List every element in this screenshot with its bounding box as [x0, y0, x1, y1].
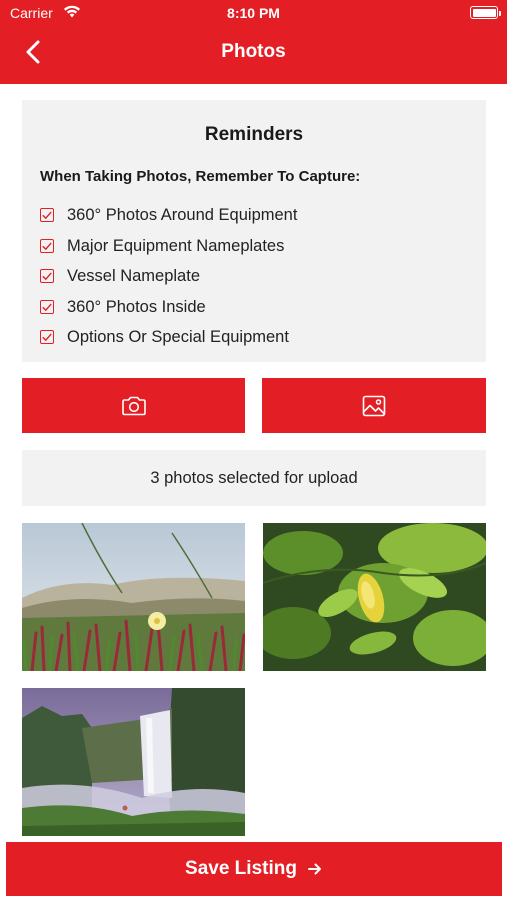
choose-from-gallery-button[interactable]: [262, 378, 486, 433]
page-title: Photos: [221, 41, 286, 62]
photo-thumbnail-dune-flowers[interactable]: [22, 523, 245, 671]
save-listing-button[interactable]: Save Listing: [6, 842, 502, 896]
reminder-label: 360° Photos Inside: [67, 297, 206, 316]
reminder-label: Major Equipment Nameplates: [67, 236, 285, 255]
reminders-panel: Reminders When Taking Photos, Remember T…: [22, 100, 486, 362]
reminder-item[interactable]: Options Or Special Equipment: [40, 326, 289, 348]
checkbox-checked-icon[interactable]: [40, 239, 54, 253]
reminders-subtitle: When Taking Photos, Remember To Capture:: [40, 168, 361, 185]
app-header: Carrier 8:10 PM Photos: [0, 0, 507, 84]
checkbox-checked-icon[interactable]: [40, 300, 54, 314]
checkbox-checked-icon[interactable]: [40, 208, 54, 222]
camera-icon: [121, 396, 146, 415]
upload-selection-status: 3 photos selected for upload: [22, 450, 486, 506]
status-time: 8:10 PM: [227, 5, 280, 21]
reminder-item[interactable]: Major Equipment Nameplates: [40, 235, 284, 257]
battery-icon: [470, 6, 501, 19]
reminder-label: Vessel Nameplate: [67, 266, 200, 285]
image-gallery-icon: [362, 395, 386, 416]
reminder-label: Options Or Special Equipment: [67, 327, 289, 346]
reminder-item[interactable]: 360° Photos Inside: [40, 296, 206, 318]
photo-thumbnail-waterfall[interactable]: [22, 688, 245, 836]
status-bar: Carrier 8:10 PM: [0, 0, 507, 28]
reminders-title: Reminders: [204, 124, 304, 145]
reminder-label: 360° Photos Around Equipment: [67, 205, 298, 224]
save-listing-label: Save Listing: [185, 858, 297, 879]
photo-thumbnail-lemon-leaves[interactable]: [263, 523, 486, 671]
checkbox-checked-icon[interactable]: [40, 269, 54, 283]
reminder-item[interactable]: Vessel Nameplate: [40, 265, 200, 287]
selection-status-text: 3 photos selected for upload: [150, 468, 358, 487]
reminder-item[interactable]: 360° Photos Around Equipment: [40, 204, 297, 226]
take-photo-button[interactable]: [22, 378, 245, 433]
checkbox-checked-icon[interactable]: [40, 330, 54, 344]
arrow-right-icon: [307, 862, 323, 876]
